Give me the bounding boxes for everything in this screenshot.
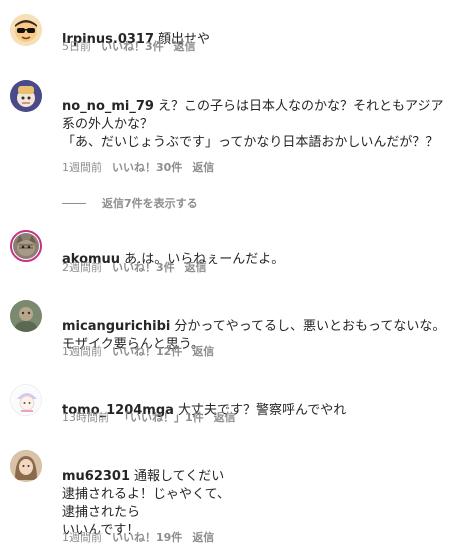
avatar[interactable] xyxy=(10,384,42,416)
reply-button[interactable]: 返信 xyxy=(192,345,214,358)
comment-username[interactable]: mu62301 xyxy=(62,469,130,484)
comment-likes[interactable]: いいね！30件 xyxy=(112,161,182,174)
avatar-character-icon xyxy=(10,80,42,112)
comment-3: akomuu あ.は。いらねぇーんだよ。 2週間前 いいね！3件 返信 xyxy=(0,220,458,290)
comment-time[interactable]: 1週間前 xyxy=(62,161,102,174)
comment-text-block: no_no_mi_79 え？この子らは日本人なのかな？それともアジア系の外人かな？… xyxy=(62,80,452,152)
comment-time[interactable]: 13時間前 xyxy=(62,411,109,424)
view-replies-label: 返信7件を表示する xyxy=(102,197,198,210)
avatar-character-icon xyxy=(12,386,41,415)
avatar[interactable] xyxy=(10,450,42,482)
comment-time[interactable]: 5日前 xyxy=(62,40,91,53)
comment-likes[interactable]: いいね！3件 xyxy=(101,40,164,53)
comment-meta: 13時間前 「いいね！」1件 返信 xyxy=(62,411,246,425)
avatar-photo-icon xyxy=(10,300,42,332)
reply-button[interactable]: 返信 xyxy=(214,411,236,424)
avatar[interactable] xyxy=(10,80,42,112)
comment-likes[interactable]: いいね！19件 xyxy=(112,531,182,544)
avatar-sunglasses-icon xyxy=(10,14,42,46)
comment-likes[interactable]: 「いいね！」1件 xyxy=(119,411,204,424)
divider-line xyxy=(62,202,86,204)
comment-meta: 2週間前 いいね！3件 返信 xyxy=(62,261,217,275)
reply-button[interactable]: 返信 xyxy=(185,261,207,274)
comment-2: no_no_mi_79 え？この子らは日本人なのかな？それともアジア系の外人かな？… xyxy=(0,70,458,210)
comment-username[interactable]: micangurichibi xyxy=(62,319,170,334)
comment-meta: 1週間前 いいね！30件 返信 xyxy=(62,161,224,175)
comment-meta: 5日前 いいね！3件 返信 xyxy=(62,40,206,54)
comment-likes[interactable]: いいね！12件 xyxy=(112,345,182,358)
comment-text-block: mu62301 通報してくだい 逮捕されるよ！じゃやくて、 逮捕されたら いいんで… xyxy=(62,450,452,540)
comment-time[interactable]: 2週間前 xyxy=(62,261,102,274)
comment-meta: 1週間前 いいね！19件 返信 xyxy=(62,531,224,545)
avatar[interactable] xyxy=(10,300,42,332)
comment-4: micangurichibi 分かってやってるし、悪いとおもってないな。モザイク要… xyxy=(0,290,458,370)
reply-button[interactable]: 返信 xyxy=(174,40,196,53)
comment-time[interactable]: 1週間前 xyxy=(62,345,102,358)
comment-time[interactable]: 1週間前 xyxy=(62,531,102,544)
avatar[interactable] xyxy=(10,14,42,46)
comment-1: lrpinus.0317 顔出せや 5日前 いいね！3件 返信 xyxy=(0,0,458,60)
comment-likes[interactable]: いいね！3件 xyxy=(112,261,175,274)
avatar-person-icon xyxy=(10,450,42,482)
avatar-cat-icon xyxy=(13,233,39,259)
view-replies-button[interactable]: 返信7件を表示する xyxy=(62,195,198,211)
comment-meta: 1週間前 いいね！12件 返信 xyxy=(62,345,224,359)
avatar[interactable] xyxy=(10,230,42,262)
reply-button[interactable]: 返信 xyxy=(192,161,214,174)
comment-username[interactable]: no_no_mi_79 xyxy=(62,99,154,114)
comment-5: tomo_1204mga 大丈夫です？警察呼んでやれ 13時間前 「いいね！」1件返… xyxy=(0,370,458,440)
reply-button[interactable]: 返信 xyxy=(192,531,214,544)
comment-6: mu62301 通報してくだい 逮捕されるよ！じゃやくて、 逮捕されたら いいんで… xyxy=(0,440,458,560)
